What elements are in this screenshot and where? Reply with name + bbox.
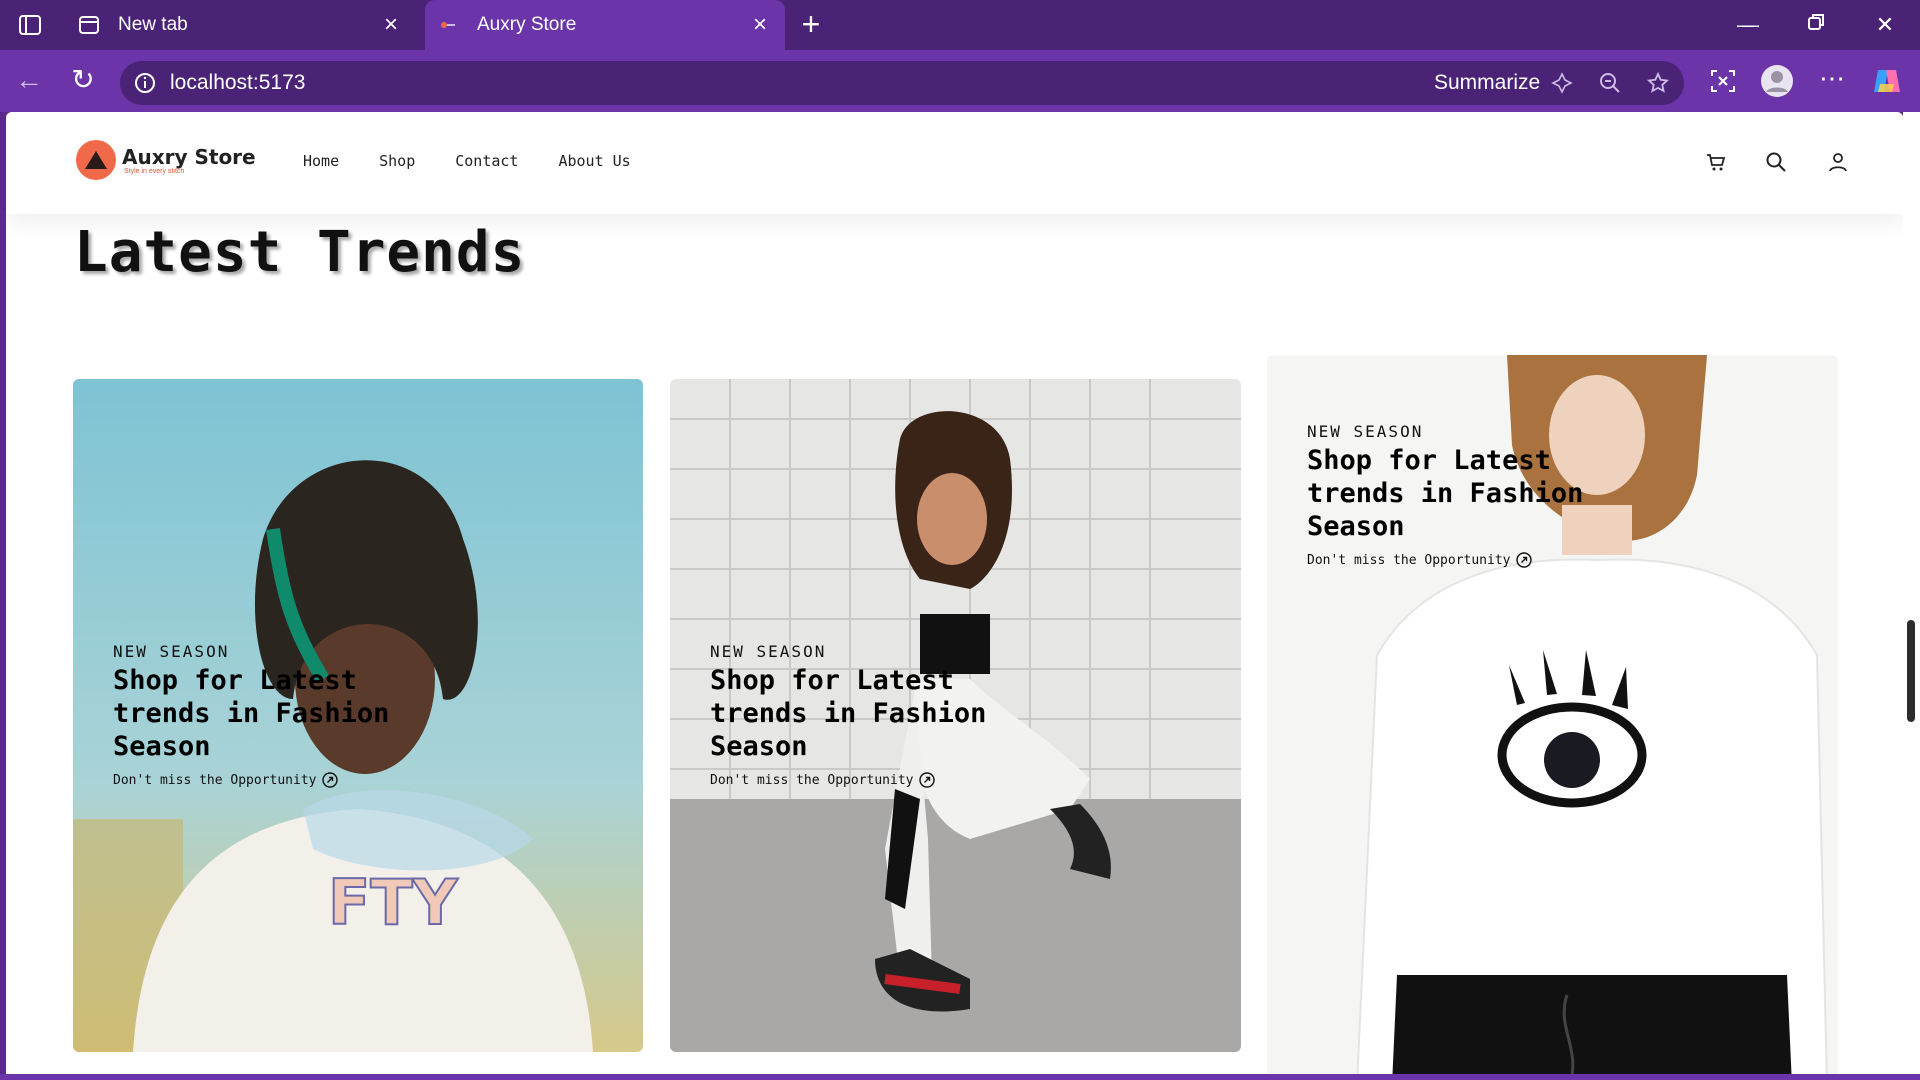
close-tab-icon[interactable]: ×: [380, 13, 402, 37]
summarize-button[interactable]: Summarize: [1434, 71, 1540, 95]
site-logo[interactable]: Auxry Store Style in every stitch: [76, 140, 256, 180]
page-scrollbar[interactable]: [1903, 112, 1920, 1074]
minimize-icon[interactable]: —: [1735, 12, 1761, 38]
card-cta-text: Don't miss the Opportunity: [710, 772, 914, 788]
cart-icon[interactable]: [1704, 150, 1728, 174]
card-eyebrow: NEW SEASON: [1307, 422, 1424, 441]
nav-shop[interactable]: Shop: [379, 152, 415, 170]
nav-about-us[interactable]: About Us: [558, 152, 630, 170]
user-account-icon[interactable]: [1826, 150, 1850, 174]
profile-avatar-icon[interactable]: [1760, 64, 1794, 98]
sidebar-toggle-icon[interactable]: [18, 13, 42, 37]
url-text[interactable]: localhost:5173: [170, 71, 305, 95]
arrow-up-right-circle-icon: [918, 772, 935, 788]
page-viewport: Auxry Store Style in every stitch Home S…: [6, 112, 1903, 1074]
window-bottom-edge: [0, 1074, 1920, 1080]
new-tab-button[interactable]: +: [796, 8, 826, 40]
card-headline: Shop for Latest trends in Fashion Season: [1307, 445, 1584, 542]
tab-label: New tab: [118, 14, 188, 35]
new-tab-page-icon: [78, 14, 100, 36]
card-cta-link[interactable]: Don't miss the Opportunity: [113, 771, 403, 789]
brand-name: Auxry Store: [122, 144, 256, 169]
close-tab-icon[interactable]: ×: [749, 13, 771, 37]
address-bar[interactable]: localhost:5173 Summarize: [120, 61, 1684, 105]
tab-auxry-store[interactable]: Auxry Store ×: [425, 0, 785, 50]
card-eyebrow: NEW SEASON: [710, 642, 827, 661]
card-cta-text: Don't miss the Opportunity: [113, 772, 317, 788]
site-header: Auxry Store Style in every stitch Home S…: [6, 112, 1903, 214]
card-cta-link[interactable]: Don't miss the Opportunity: [710, 771, 1000, 789]
promo-card-2[interactable]: NEW SEASON Shop for Latest trends in Fas…: [670, 379, 1241, 1052]
tab-label: Auxry Store: [477, 14, 577, 35]
nav-contact[interactable]: Contact: [455, 152, 518, 170]
favorite-star-icon[interactable]: [1646, 71, 1670, 95]
main-nav: Home Shop Contact About Us: [303, 152, 671, 170]
arrow-up-right-circle-icon: [321, 772, 338, 788]
browser-tabbar: New tab × Auxry Store × + — ✕: [0, 0, 1920, 50]
card-content: NEW SEASON Shop for Latest trends in Fas…: [113, 642, 403, 789]
tab-new-tab[interactable]: New tab ×: [66, 0, 416, 50]
restore-icon[interactable]: [1803, 12, 1829, 38]
zoom-out-icon[interactable]: [1598, 71, 1622, 95]
more-options-icon[interactable]: ⋯: [1817, 65, 1847, 96]
close-window-icon[interactable]: ✕: [1872, 12, 1898, 38]
card-headline: Shop for Latest trends in Fashion Season: [710, 665, 987, 762]
card-content: NEW SEASON Shop for Latest trends in Fas…: [1307, 422, 1597, 569]
promo-card-1[interactable]: FTY NEW SEASON Shop for Latest trends in…: [73, 379, 643, 1052]
site-favicon-icon: [437, 14, 459, 36]
card-eyebrow: NEW SEASON: [113, 642, 230, 661]
card-headline: Shop for Latest trends in Fashion Season: [113, 665, 390, 762]
svg-text:FTY: FTY: [328, 866, 459, 939]
screenshot-icon[interactable]: [1708, 66, 1738, 96]
nav-home[interactable]: Home: [303, 152, 339, 170]
copilot-icon[interactable]: [1870, 64, 1904, 98]
promo-card-3[interactable]: NEW SEASON Shop for Latest trends in Fas…: [1267, 355, 1838, 1074]
card-content: NEW SEASON Shop for Latest trends in Fas…: [710, 642, 1000, 789]
back-arrow-icon[interactable]: ←: [12, 64, 46, 98]
site-info-icon[interactable]: [134, 72, 156, 94]
arrow-up-right-circle-icon: [1515, 552, 1532, 568]
card-cta-link[interactable]: Don't miss the Opportunity: [1307, 551, 1597, 569]
copilot-summarize-icon[interactable]: [1550, 71, 1574, 95]
search-icon[interactable]: [1764, 150, 1788, 174]
brand-tagline: Style in every stitch: [124, 167, 185, 175]
scrollbar-thumb[interactable]: [1907, 620, 1915, 722]
reload-icon[interactable]: ↻: [66, 64, 100, 98]
section-title: Latest Trends: [74, 220, 526, 285]
card-cta-text: Don't miss the Opportunity: [1307, 552, 1511, 568]
logo-mark-icon: [76, 140, 116, 180]
